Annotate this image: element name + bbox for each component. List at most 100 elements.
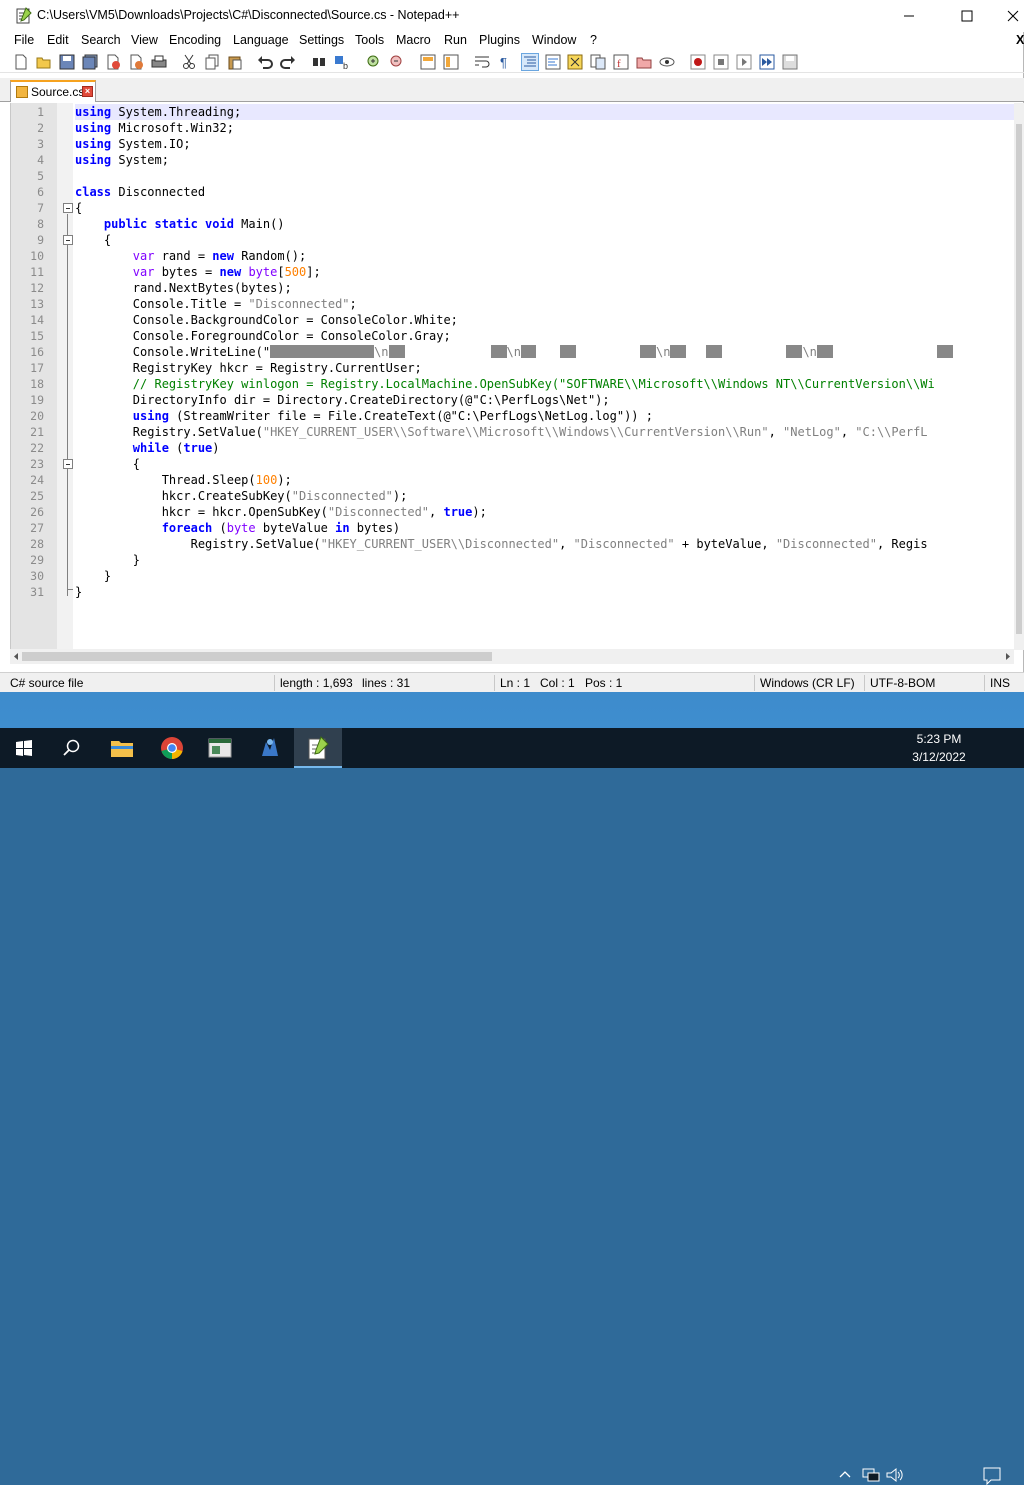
code-line-25: hkcr.CreateSubKey("Disconnected"); [75,489,408,503]
line-number: 10 [30,249,44,263]
function-list-icon[interactable]: f [613,54,629,70]
doc-map-icon[interactable] [567,54,583,70]
status-bar: C# source file length : 1,693 lines : 31… [0,672,1024,692]
new-file-icon[interactable] [13,54,29,70]
menu-plugins[interactable]: Plugins [479,33,520,47]
network-icon[interactable] [862,1467,880,1483]
code-line-27: foreach (byte byteValue in bytes) [161,521,401,535]
taskbar-notepadpp[interactable] [294,728,342,768]
status-encoding[interactable]: UTF-8-BOM [870,676,935,690]
status-col: Col : 1 [540,676,575,690]
maximize-button[interactable] [944,0,990,32]
code-editor[interactable]: 1 2 3 4 5 6 7 8 9 10 11 12 13 14 15 16 17 18 19 20 21 22 23 24 2… [10,103,1014,664]
run-macro-multiple-icon[interactable] [759,54,775,70]
file-explorer-icon [111,741,133,757]
code-line-10: var rand = new Random(); [132,249,307,263]
show-hidden-icons-icon[interactable] [839,1469,851,1479]
word-wrap-icon[interactable] [474,54,490,70]
save-icon[interactable] [59,54,75,70]
status-pos: Pos : 1 [585,676,623,690]
save-all-icon[interactable] [82,54,98,70]
zoom-in-icon[interactable] [366,54,382,70]
menu-encoding[interactable]: Encoding [169,33,221,47]
fold-margin [57,103,73,664]
show-all-chars-icon[interactable]: ¶ [497,54,513,70]
stop-record-icon[interactable] [713,54,729,70]
menu-macro[interactable]: Macro [396,33,431,47]
taskbar-network-tool[interactable] [246,728,294,768]
menu-run[interactable]: Run [444,33,467,47]
taskbar-chrome[interactable] [148,728,196,768]
redacted-block [936,345,953,358]
monitoring-icon[interactable] [659,54,675,70]
copy-icon[interactable] [204,54,220,70]
menu-file[interactable]: File [14,33,34,47]
scroll-right-icon[interactable] [1004,652,1012,661]
menu-edit[interactable]: Edit [47,33,69,47]
close-icon[interactable] [105,54,121,70]
taskbar-app-window[interactable] [196,728,244,768]
fold-toggle-class[interactable] [63,203,73,213]
open-file-icon[interactable] [36,54,52,70]
find-icon[interactable] [311,54,327,70]
taskbar-file-explorer[interactable] [98,728,146,768]
menu-tools[interactable]: Tools [355,33,384,47]
close-document-x[interactable]: X [1016,33,1024,47]
minimize-button[interactable] [886,0,932,32]
tab-source-cs[interactable]: Source.cs × [10,80,96,102]
close-button[interactable] [990,0,1024,32]
zoom-out-icon[interactable] [389,54,405,70]
replace-icon[interactable]: b [334,54,350,70]
scroll-left-icon[interactable] [12,652,20,661]
volume-icon[interactable] [886,1467,904,1483]
menu-search[interactable]: Search [81,33,121,47]
fold-toggle-method[interactable] [63,235,73,245]
indent-guide-icon[interactable] [521,53,539,71]
code-line-1: using System.Threading; [75,104,1014,120]
doc-list-icon[interactable] [590,54,606,70]
play-macro-icon[interactable] [736,54,752,70]
status-file-type: C# source file [10,676,84,690]
clock-time[interactable]: 5:23 PM [915,732,963,746]
menu-language[interactable]: Language [233,33,289,47]
folder-workspace-icon[interactable] [636,54,652,70]
vertical-scroll-thumb[interactable] [1016,124,1022,634]
notepadpp-app-icon [16,7,32,24]
code-line-2: using Microsoft.Win32; [75,121,234,135]
menu-settings[interactable]: Settings [299,33,344,47]
save-macro-icon[interactable] [782,54,798,70]
line-number: 28 [30,537,44,551]
udl-icon[interactable] [545,54,561,70]
search-button[interactable] [48,728,96,768]
status-divider [984,675,985,691]
record-macro-icon[interactable] [690,54,706,70]
sync-vertical-icon[interactable] [420,54,436,70]
menu-help[interactable]: ? [590,33,597,47]
network-app-icon [262,738,278,756]
close-all-icon[interactable] [128,54,144,70]
paste-icon[interactable] [227,54,243,70]
notifications-icon[interactable] [983,1467,1001,1485]
line-number: 18 [30,377,44,391]
code-text[interactable]: using System.Threading; using Microsoft.… [75,103,1014,664]
code-line-3: using System.IO; [75,137,191,151]
title-bar[interactable]: C:\Users\VM5\Downloads\Projects\C#\Disco… [0,0,1024,32]
horizontal-scroll-thumb[interactable] [22,652,492,661]
sync-horizontal-icon[interactable] [443,54,459,70]
tab-close-icon[interactable]: × [82,86,93,97]
start-button[interactable] [0,728,48,768]
code-line-11: var bytes = new byte[500]; [132,265,321,279]
code-line-28: Registry.SetValue("HKEY_CURRENT_USER\\Di… [75,537,928,551]
svg-text:¶: ¶ [500,55,507,70]
undo-icon[interactable] [257,54,273,70]
redo-icon[interactable] [280,54,296,70]
status-insert-mode[interactable]: INS [990,676,1010,690]
print-icon[interactable] [151,54,167,70]
fold-toggle-while[interactable] [63,459,73,469]
status-eol[interactable]: Windows (CR LF) [760,676,855,690]
clock-date[interactable]: 3/12/2022 [908,750,970,764]
line-number: 15 [30,329,44,343]
cut-icon[interactable] [181,54,197,70]
menu-view[interactable]: View [131,33,158,47]
menu-window[interactable]: Window [532,33,576,47]
